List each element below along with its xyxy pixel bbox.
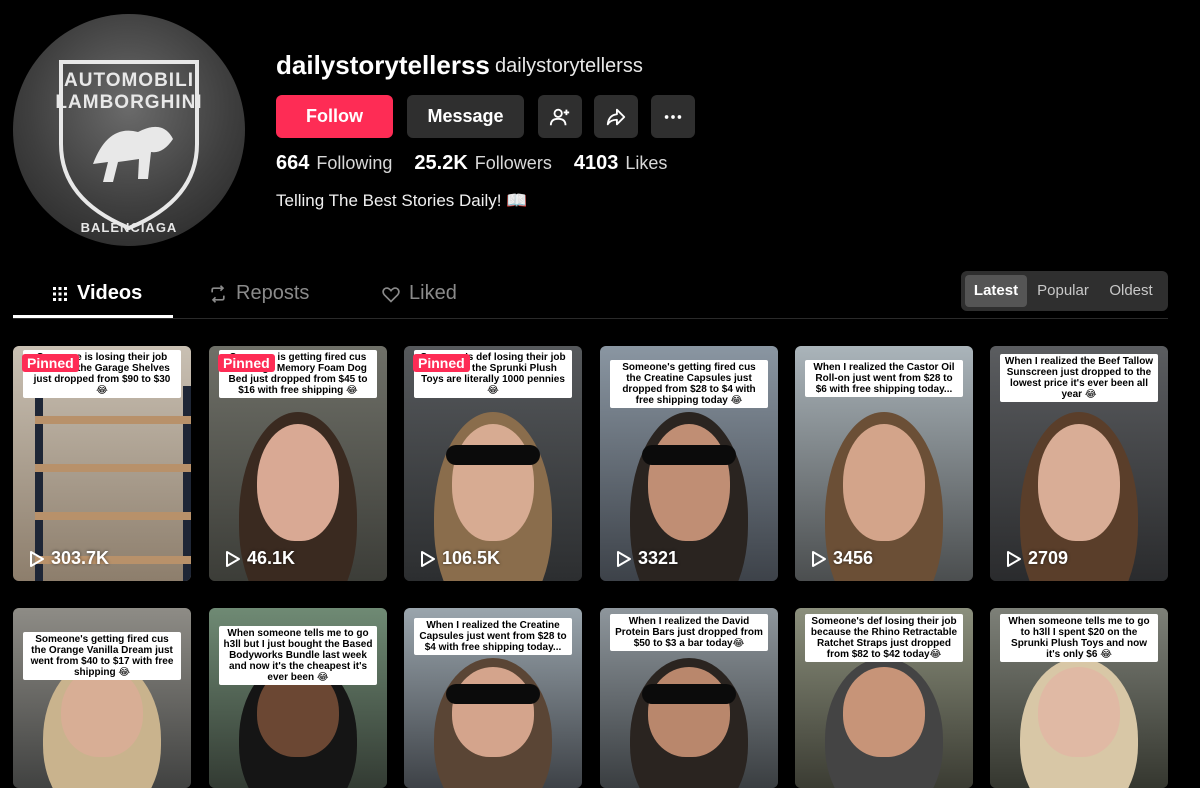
view-count: 106.5K [420,548,500,569]
play-icon [1007,550,1021,567]
video-card[interactable]: Someone is getting fired cus the Large M… [209,346,387,581]
play-icon [617,550,631,567]
grid-icon [53,286,67,301]
username: dailystorytellerss [276,50,490,80]
video-caption: When I realized the Creatine Capsules ju… [414,618,572,655]
bio: Telling The Best Stories Daily! 📖 [276,191,528,210]
more-button[interactable] [651,95,695,138]
sunglasses [446,444,540,465]
view-count: 3456 [811,548,873,569]
person-face [843,423,925,542]
video-card[interactable]: Someone is losing their job because the … [13,346,191,581]
pinned-badge: Pinned [22,354,79,372]
stat-followers[interactable]: 25.2K Followers [414,152,551,175]
video-card[interactable]: When I realized the Beef Tallow Sunscree… [990,346,1168,581]
view-count: 2709 [1006,548,1068,569]
person-face [61,667,143,758]
person-face [452,423,534,542]
active-tab-underline [13,315,173,318]
video-card[interactable]: When I realized the Creatine Capsules ju… [404,608,582,788]
sort-popular[interactable]: Popular [1031,275,1095,307]
play-icon [226,550,240,567]
video-caption: Someone's getting fired cus the Creatine… [610,360,768,408]
more-icon [664,114,682,119]
share-icon [606,108,626,125]
avatar-brand-text: AUTOMOBILI LAMBORGHINI [55,70,203,113]
stat-value: 664 [276,152,310,174]
person-face [648,423,730,542]
video-card[interactable]: Someone's def losing their job because t… [795,608,973,788]
video-card[interactable]: When I realized the Castor Oil Roll-on j… [795,346,973,581]
video-caption: When I realized the David Protein Bars j… [610,614,768,651]
view-count-value: 106.5K [442,548,501,568]
stat-label: Following [316,153,393,173]
follow-button[interactable]: Follow [276,95,393,138]
video-card[interactable]: When I realized the David Protein Bars j… [600,608,778,788]
view-count-value: 3321 [638,548,679,568]
sort-oldest[interactable]: Oldest [1099,275,1163,307]
stat-value: 25.2K [414,152,468,174]
video-card[interactable]: Someone's getting fired cus the Orange V… [13,608,191,788]
video-card[interactable]: When someone tells me to go h3ll but I j… [209,608,387,788]
play-icon [812,550,826,567]
avatar[interactable]: AUTOMOBILI LAMBORGHINI BALENCIAGA [13,14,245,246]
video-card[interactable]: When someone tells me to go to h3ll I sp… [990,608,1168,788]
tab-label: Reposts [236,282,310,304]
view-count: 3321 [616,548,678,569]
video-caption: Someone's getting fired cus the Orange V… [23,632,181,680]
stat-likes: 4103 Likes [574,152,668,175]
view-count-value: 2709 [1028,548,1069,568]
video-card[interactable]: Someone's def losing their job because t… [404,346,582,581]
person-face [452,667,534,758]
person-face [843,667,925,758]
play-icon [30,550,44,567]
play-icon [421,550,435,567]
tab-label: Liked [409,282,457,304]
repost-icon [211,284,225,303]
pinned-badge: Pinned [413,354,470,372]
sort-latest[interactable]: Latest [965,275,1027,307]
person-face [1038,667,1120,758]
tab-videos[interactable]: Videos [51,282,142,305]
video-caption: When I realized the Beef Tallow Sunscree… [1000,354,1158,402]
lamborghini-shield-logo [59,60,199,231]
person-face [1038,423,1120,542]
video-caption: When someone tells me to go to h3ll I sp… [1000,614,1158,662]
message-button[interactable]: Message [407,95,524,138]
view-count-value: 303.7K [51,548,110,568]
pinned-badge: Pinned [218,354,275,372]
video-caption: Someone's def losing their job because t… [805,614,963,662]
sunglasses [446,683,540,704]
profile-stats: 664 Following 25.2K Followers 4103 Likes [276,152,689,175]
view-count-value: 46.1K [247,548,296,568]
sunglasses [642,683,736,704]
view-count-value: 3456 [833,548,874,568]
video-card[interactable]: Someone's getting fired cus the Creatine… [600,346,778,581]
stat-label: Likes [625,153,668,173]
heart-icon [382,286,400,303]
person-face [257,423,339,542]
stat-value: 4103 [573,152,619,174]
nickname: dailystorytellerss [495,55,643,77]
avatar-brand-subtext: BALENCIAGA [80,220,178,235]
view-count: 46.1K [225,548,295,569]
tab-liked[interactable]: Liked [381,282,457,305]
add-friend-button[interactable] [538,95,582,138]
sunglasses [642,444,736,465]
stat-following[interactable]: 664 Following [276,152,392,175]
video-caption: When someone tells me to go h3ll but I j… [219,626,377,685]
tab-reposts[interactable]: Reposts [208,282,309,305]
add-friend-icon [549,108,570,125]
stat-label: Followers [474,153,552,173]
view-count: 303.7K [29,548,109,569]
sort-toggle: Latest Popular Oldest [961,271,1168,311]
person-face [648,667,730,758]
share-button[interactable] [594,95,638,138]
video-caption: When I realized the Castor Oil Roll-on j… [805,360,963,397]
tab-label: Videos [77,282,143,304]
